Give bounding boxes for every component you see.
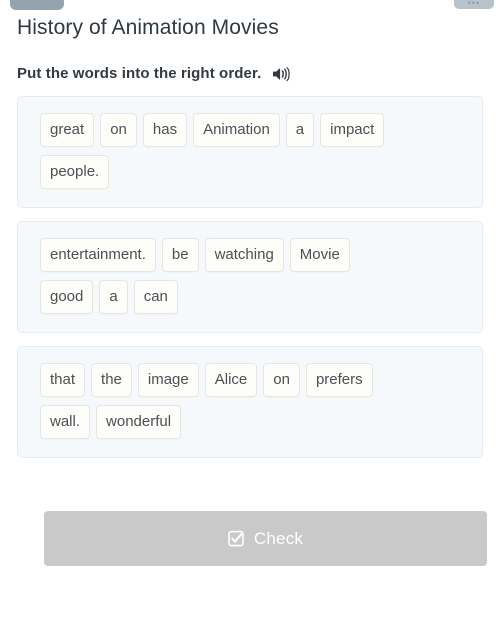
word-chip[interactable]: a: [99, 280, 128, 314]
word-chip[interactable]: entertainment.: [40, 238, 156, 272]
word-chip[interactable]: Alice: [204, 363, 258, 397]
word-chip[interactable]: can: [133, 280, 178, 314]
word-row: people.: [40, 151, 470, 193]
word-chip[interactable]: on: [100, 113, 137, 147]
word-chip[interactable]: a: [285, 113, 315, 147]
check-button-wrapper: Check: [17, 511, 487, 566]
word-chip[interactable]: on: [263, 363, 300, 397]
word-row: wall. wonderful: [40, 401, 470, 443]
check-button-label: Check: [253, 528, 304, 548]
checkbox-checked-icon: [228, 530, 245, 547]
speaker-icon[interactable]: [272, 66, 291, 82]
word-chip[interactable]: good: [40, 280, 94, 314]
word-chip[interactable]: image: [137, 363, 199, 397]
word-chip[interactable]: great: [40, 113, 95, 147]
word-chip[interactable]: people.: [40, 155, 110, 189]
word-chip[interactable]: that: [40, 363, 86, 397]
word-group-sentence-3: that the image Alice on prefers wall. wo…: [17, 346, 483, 458]
word-chip[interactable]: wonderful: [96, 405, 182, 439]
word-group-sentence-2: entertainment. be watching Movie good a …: [17, 221, 483, 333]
instruction-text: Put the words into the right order.: [17, 65, 262, 82]
page-title: History of Animation Movies: [17, 16, 279, 39]
word-row: great on has Animation a impact: [40, 109, 470, 151]
word-chip[interactable]: be: [161, 238, 199, 272]
instruction-row: Put the words into the right order.: [17, 65, 483, 82]
word-chip[interactable]: Movie: [289, 238, 350, 272]
word-chip[interactable]: prefers: [305, 363, 373, 397]
word-groups: great on has Animation a impact people. …: [17, 96, 483, 458]
word-chip[interactable]: impact: [320, 113, 385, 147]
word-chip[interactable]: Animation: [193, 113, 280, 147]
word-chip[interactable]: wall.: [40, 405, 91, 439]
word-row: good a can: [40, 276, 470, 318]
lesson-page: History of Animation Movies Put the word…: [0, 0, 500, 566]
word-chip[interactable]: watching: [204, 238, 284, 272]
word-group-sentence-1: great on has Animation a impact people.: [17, 96, 483, 208]
word-chip[interactable]: the: [91, 363, 132, 397]
word-row: entertainment. be watching Movie: [40, 234, 470, 276]
word-chip[interactable]: has: [142, 113, 188, 147]
check-button[interactable]: Check: [44, 511, 487, 566]
word-row: that the image Alice on prefers: [40, 359, 470, 401]
